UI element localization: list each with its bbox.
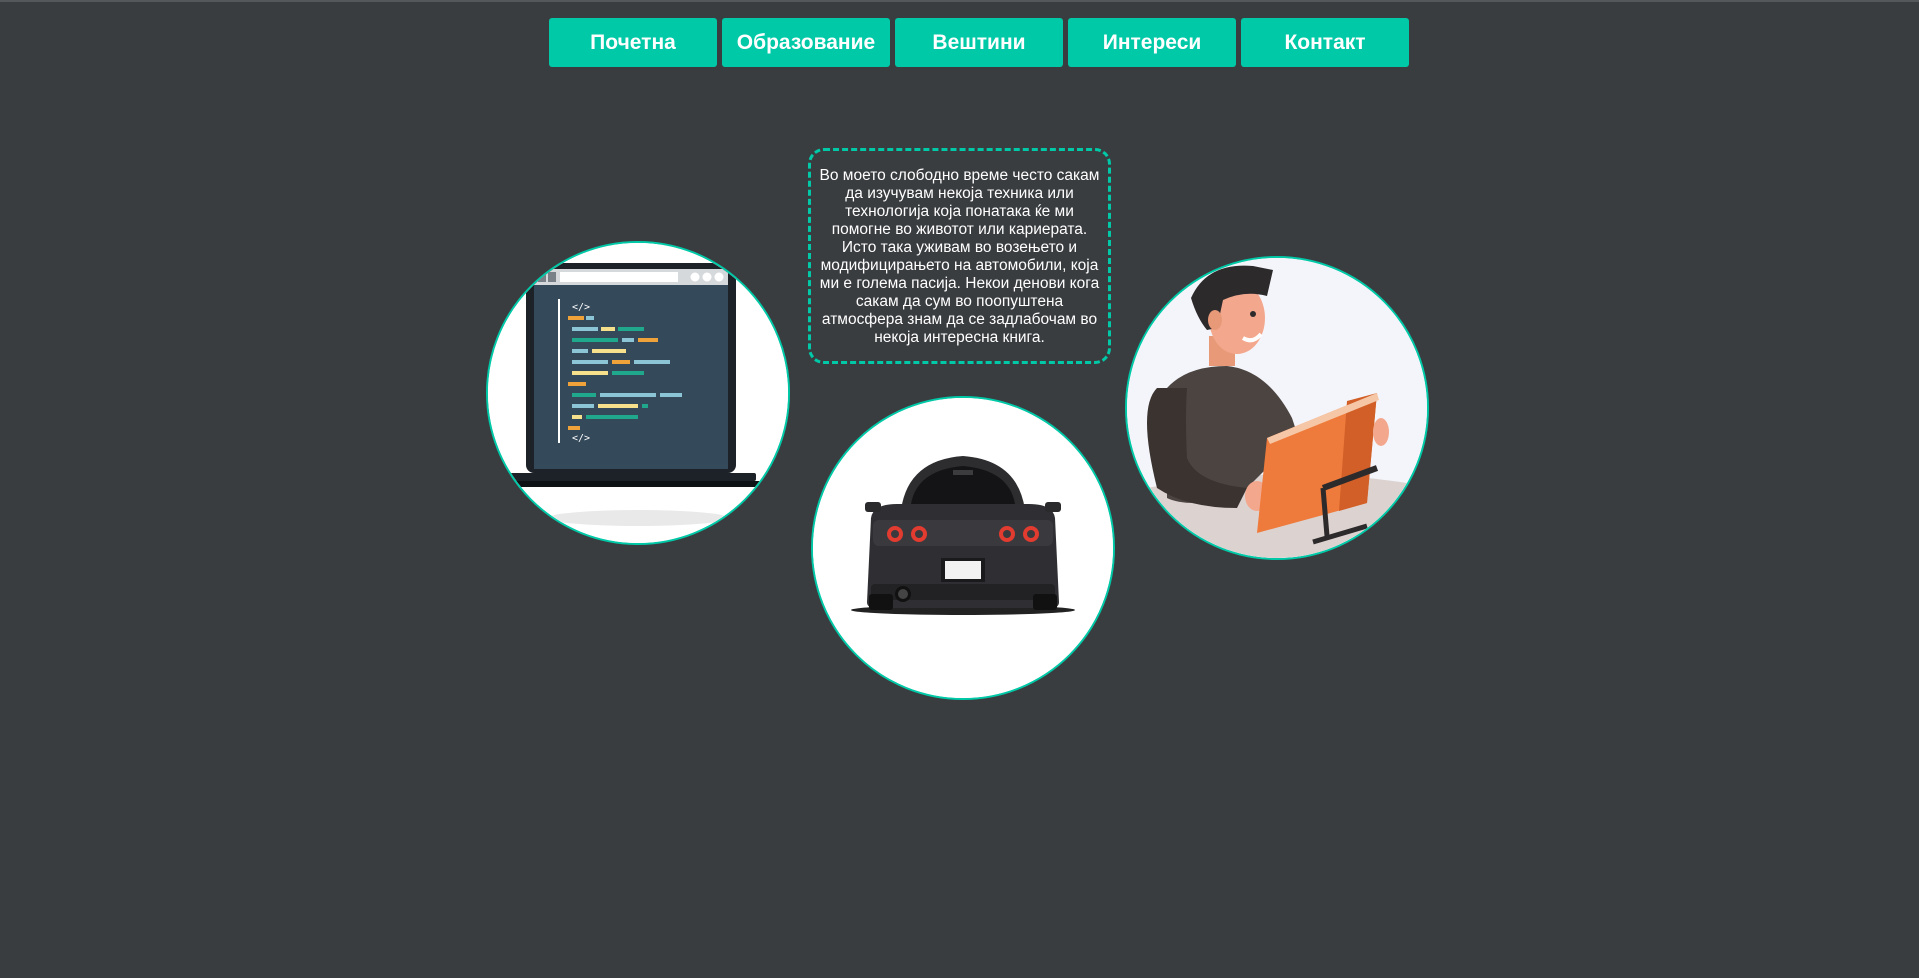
laptop-code-icon: </> </>: [488, 243, 788, 543]
svg-text:</>: </>: [572, 433, 590, 444]
laptop-image-circle: </> </>: [486, 241, 790, 545]
nav-contact-button[interactable]: Контакт: [1241, 18, 1409, 67]
interests-text: Во моето слободно време често сакам да и…: [819, 167, 1100, 346]
interests-text-box: Во моето слободно време често сакам да и…: [808, 148, 1111, 364]
car-image-circle: [811, 396, 1115, 700]
nav-interests-button[interactable]: Интереси: [1068, 18, 1236, 67]
nav-skills-button[interactable]: Вештини: [895, 18, 1063, 67]
car-rear-icon: [813, 398, 1113, 698]
top-border: [0, 0, 1919, 2]
person-reading-book-icon: [1127, 258, 1427, 558]
reader-image-circle: [1125, 256, 1429, 560]
nav-home-button[interactable]: Почетна: [549, 18, 717, 67]
main-navigation: Почетна Образование Вештини Интереси Кон…: [549, 18, 1409, 67]
svg-text:</>: </>: [572, 302, 590, 313]
nav-education-button[interactable]: Образование: [722, 18, 890, 67]
